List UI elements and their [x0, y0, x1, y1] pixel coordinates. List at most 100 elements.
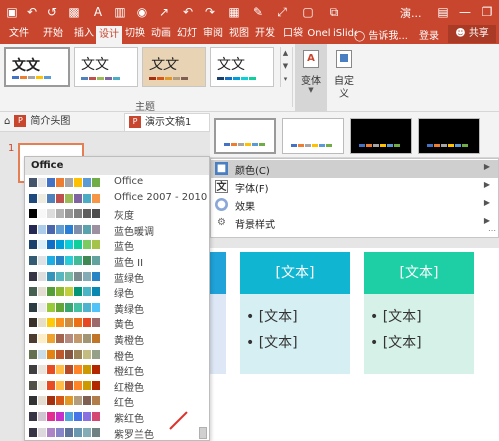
tab-onenote[interactable]: Onel — [306, 26, 332, 44]
menu-item-background-styles[interactable]: ⚙ 背景样式 ▶ — [211, 214, 498, 232]
tab-transitions[interactable]: 切换 — [122, 26, 148, 44]
redo-icon[interactable]: ↺ — [44, 4, 60, 20]
color-swatch — [74, 411, 82, 421]
color-scheme-item[interactable]: 黄橙色 — [25, 331, 209, 347]
color-scheme-item[interactable]: 蓝绿色 — [25, 269, 209, 285]
color-scheme-item[interactable]: 橙色 — [25, 347, 209, 363]
restore-window-icon[interactable]: ❐ — [478, 3, 496, 21]
expand-icon[interactable]: ⤢ — [274, 4, 290, 20]
menu-item-fonts[interactable]: 文 字体(F) ▶ — [211, 178, 498, 196]
color-swatch — [65, 333, 73, 343]
tab-insert[interactable]: 插入 — [70, 26, 98, 44]
theme-thumbnail[interactable]: 文文 — [74, 47, 138, 87]
color-swatches — [29, 380, 100, 390]
color-scheme-item[interactable]: 绿色 — [25, 284, 209, 300]
bullet-text[interactable]: • [文本] — [246, 306, 298, 326]
variant-thumbnail[interactable] — [418, 118, 480, 154]
text-box-icon[interactable]: A — [90, 4, 106, 20]
tab-home[interactable]: 开始 — [38, 26, 68, 44]
undo2-icon[interactable]: ↶ — [180, 4, 196, 20]
menu-item-effects[interactable]: ● 效果 ▶ — [211, 196, 498, 214]
ribbon-display-icon[interactable]: ▤ — [434, 3, 452, 21]
tab-developer[interactable]: 开发 — [252, 26, 278, 44]
tab-design[interactable]: 设计 — [96, 26, 122, 44]
card-header[interactable]: [文本] — [364, 252, 474, 294]
doc-tab-presentation[interactable]: P 演示文稿1 — [124, 113, 210, 131]
color-scheme-item[interactable]: 红色 — [25, 393, 209, 409]
color-swatch — [65, 287, 73, 297]
tab-slideshow[interactable]: 幻灯 — [174, 26, 200, 44]
color-swatch — [29, 240, 37, 250]
color-swatches — [29, 271, 100, 281]
arrow-icon[interactable]: ↗ — [156, 4, 172, 20]
scroll-up-icon[interactable]: ▲ — [281, 47, 290, 60]
customize-button[interactable]: 自定 义 — [330, 44, 358, 112]
color-scheme-list: Office Office 2007 - 2010 灰度 蓝色暖调 蓝色 蓝色 II 蓝绿色… — [25, 175, 209, 440]
login-link[interactable]: 登录 — [419, 27, 439, 42]
theme-thumbnail[interactable]: 文文 — [210, 47, 274, 87]
color-scheme-item[interactable]: 紫罗兰色 — [25, 425, 209, 440]
color-scheme-name: 黄绿色 — [114, 304, 144, 316]
color-scheme-item[interactable]: 蓝色暖调 — [25, 222, 209, 238]
share-button[interactable]: ☻ 共享 — [448, 25, 496, 43]
tab-pocket[interactable]: 口袋 — [280, 26, 306, 44]
doc-tab-intro[interactable]: ⌂ P 简介头图 — [4, 113, 70, 131]
color-swatch — [92, 178, 100, 187]
tab-animations[interactable]: 动画 — [148, 26, 174, 44]
variant-thumbnail[interactable] — [350, 118, 412, 154]
bullet-text[interactable]: • [文本] — [370, 332, 422, 352]
present-icon[interactable]: ▩ — [66, 4, 82, 20]
tell-me-box[interactable]: ◯ 告诉我... — [354, 27, 408, 42]
color-swatch — [47, 333, 55, 343]
bullet-text[interactable]: • [文本] — [246, 332, 298, 352]
scroll-down-icon[interactable]: ▼ — [281, 60, 290, 73]
color-scheme-item[interactable]: 黄绿色 — [25, 300, 209, 316]
save-icon[interactable]: ▣ — [4, 4, 20, 20]
scrollbar-thumb[interactable] — [199, 427, 207, 439]
tab-review[interactable]: 审阅 — [200, 26, 226, 44]
color-scheme-item[interactable]: 橙红色 — [25, 362, 209, 378]
color-scheme-item[interactable]: 灰度 — [25, 206, 209, 222]
theme-thumbnail[interactable]: 文文 — [142, 47, 206, 87]
slide[interactable]: [文本] • [文本] • [文本] [文本] • [文本] • [文本] — [210, 248, 499, 441]
gallery-more-icon[interactable]: ▾ — [281, 73, 290, 86]
restore-icon[interactable]: ⧉ — [326, 4, 342, 20]
grid-icon[interactable]: ▦ — [226, 4, 242, 20]
undo-icon[interactable]: ↶ — [24, 4, 40, 20]
menu-item-colors[interactable]: ■ 颜色(C) ▶ — [211, 160, 498, 178]
draw-icon[interactable]: ✎ — [250, 4, 266, 20]
fonts-icon: 文 — [215, 180, 228, 193]
color-swatch — [83, 271, 91, 281]
resize-grip-icon[interactable]: ⋯ — [488, 226, 496, 235]
card-header[interactable]: [文本] — [240, 252, 350, 294]
tab-file[interactable]: 文件 — [4, 26, 34, 44]
format-icon[interactable]: ▢ — [300, 4, 316, 20]
theme-thumbnail[interactable]: 文文 — [4, 47, 70, 87]
color-scheme-item[interactable]: Office 2007 - 2010 — [25, 191, 209, 207]
card-body[interactable]: • [文本] • [文本] — [364, 294, 474, 374]
camera-icon[interactable]: ◉ — [134, 4, 150, 20]
tab-view[interactable]: 视图 — [226, 26, 252, 44]
picture-icon[interactable]: ▥ — [112, 4, 128, 20]
menu-item-label: 颜色(C) — [235, 166, 270, 177]
color-swatch — [47, 271, 55, 281]
redo2-icon[interactable]: ↷ — [202, 4, 218, 20]
card-body[interactable]: • [文本] • [文本] — [240, 294, 350, 374]
color-scheme-item[interactable]: 蓝色 — [25, 237, 209, 253]
color-scheme-item[interactable]: 蓝色 II — [25, 253, 209, 269]
doc-tab-label: 简介头图 — [30, 116, 71, 127]
color-scheme-item[interactable]: 红橙色 — [25, 378, 209, 394]
color-scheme-item[interactable]: Office — [25, 175, 209, 191]
variants-button[interactable]: A 变体 ▼ — [295, 44, 327, 112]
minimize-icon[interactable]: — — [456, 3, 474, 21]
bullet-text[interactable]: • [文本] — [370, 306, 422, 326]
color-swatch — [47, 365, 55, 375]
customize-icon — [336, 50, 352, 68]
dropdown-scrollbar[interactable] — [199, 177, 207, 439]
variant-thumbnail[interactable] — [214, 118, 276, 154]
color-scheme-name: 黄橙色 — [114, 335, 144, 347]
theme-gallery-scroll[interactable]: ▲ ▼ ▾ — [280, 47, 290, 87]
variant-thumbnail[interactable] — [282, 118, 344, 154]
color-scheme-item[interactable]: 黄色 — [25, 315, 209, 331]
color-swatch — [38, 411, 46, 421]
